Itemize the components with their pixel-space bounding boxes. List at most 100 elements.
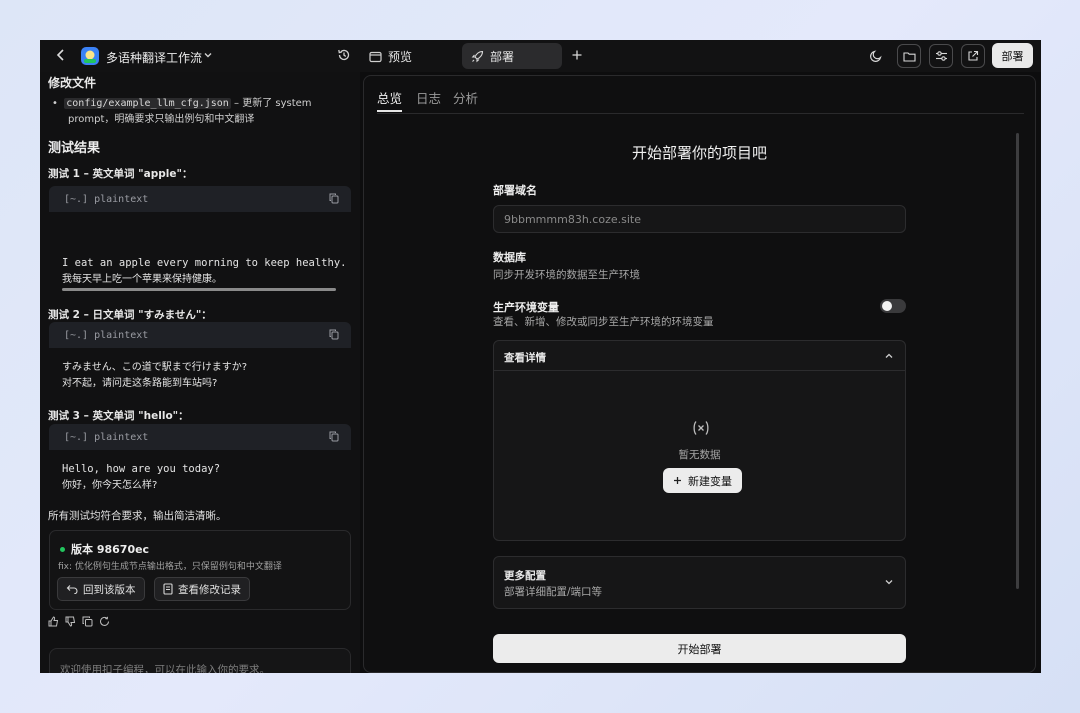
copy-icon[interactable] xyxy=(329,431,339,442)
code-block-header: [~.] plaintext xyxy=(49,424,351,450)
variable-icon xyxy=(692,420,710,436)
more-config-panel[interactable]: 更多配置 部署详细配置/端口等 xyxy=(493,556,906,609)
chat-input-box[interactable]: 欢迎使用扣子编程，可以在此输入你的要求。 xyxy=(49,648,351,673)
deploy-panel: 总览 日志 分析 开始部署你的项目吧 部署域名 9bbmmmm83h.coze.… xyxy=(363,75,1036,673)
code-scrollbar[interactable] xyxy=(62,288,336,291)
tab-preview[interactable]: 预览 xyxy=(369,48,412,65)
plus-icon xyxy=(673,476,682,485)
modified-files-heading: 修改文件 xyxy=(48,76,97,90)
thumbs-up-icon[interactable] xyxy=(48,616,59,627)
code-lang: plaintext xyxy=(94,193,149,205)
app-window: 多语种翻译工作流 预览 部署 部署 修改文件 • config/example_… xyxy=(40,40,1041,673)
chat-panel: 修改文件 • config/example_llm_cfg.json – 更新了… xyxy=(40,72,360,673)
modified-file-desc-1: – 更新了 system xyxy=(234,98,312,109)
tab-deploy[interactable]: 部署 xyxy=(462,43,562,69)
database-label: 数据库 xyxy=(493,251,526,264)
project-title[interactable]: 多语种翻译工作流 xyxy=(106,49,202,66)
tab-overview[interactable]: 总览 xyxy=(377,88,402,107)
empty-state-text: 暂无数据 xyxy=(678,449,721,461)
test-summary: 所有测试均符合要求，输出简洁清晰。 xyxy=(48,510,227,522)
code-lang: plaintext xyxy=(94,431,149,443)
code-block-header: [~.] plaintext xyxy=(49,322,351,348)
chevron-up-icon[interactable] xyxy=(884,352,894,360)
test-2-title: 测试 2 – 日文单词 "すみません"： xyxy=(48,309,212,321)
env-vars-desc: 查看、新增、修改或同步至生产环境的环境变量 xyxy=(493,316,714,328)
new-variable-button[interactable]: 新建变量 xyxy=(663,468,742,493)
modified-file-desc-2: prompt，明确要求只输出例句和中文翻译 xyxy=(68,114,255,125)
regenerate-icon[interactable] xyxy=(99,616,110,627)
chevron-down-icon[interactable] xyxy=(884,578,894,586)
code-icon: [~.] xyxy=(64,193,89,205)
tab-preview-label: 预览 xyxy=(388,50,413,64)
test-1-title: 测试 1 – 英文单词 "apple"： xyxy=(48,168,193,180)
project-avatar xyxy=(80,46,100,66)
folder-icon xyxy=(902,51,916,62)
modified-file-path: config/example_llm_cfg.json xyxy=(64,98,231,109)
code-block-header: [~.] plaintext xyxy=(49,186,351,212)
settings-button[interactable] xyxy=(929,44,953,68)
document-icon xyxy=(163,583,173,595)
window-icon xyxy=(369,51,382,63)
version-label: 版本 98670ec xyxy=(71,543,150,556)
code-lang: plaintext xyxy=(94,329,149,341)
undo-icon xyxy=(66,584,78,594)
start-deploy-button[interactable]: 开始部署 xyxy=(493,634,906,663)
test-3-title: 测试 3 – 英文单词 "hello"： xyxy=(48,410,189,422)
code-block-content: Hello, how are you today? 你好，你今天怎么样? xyxy=(62,461,220,494)
tab-underline xyxy=(377,110,402,112)
code-icon: [~.] xyxy=(64,431,89,443)
code-block-content: すみません、この道で駅まで行けますか? 对不起，请问走这条路能到车站吗? xyxy=(62,360,247,392)
page-title: 开始部署你的项目吧 xyxy=(631,144,767,162)
more-config-title: 更多配置 xyxy=(504,570,546,582)
folder-button[interactable] xyxy=(897,44,921,68)
version-desc: fix: 优化例句生成节点输出格式，只保留例句和中文翻译 xyxy=(58,562,282,572)
thumbs-down-icon[interactable] xyxy=(65,616,76,627)
domain-value: 9bbmmmm83h.coze.site xyxy=(504,213,641,226)
copy-icon[interactable] xyxy=(329,329,339,340)
sliders-icon xyxy=(935,50,948,62)
tab-logs[interactable]: 日志 xyxy=(416,88,441,107)
modified-file-item: • config/example_llm_cfg.json – 更新了 syst… xyxy=(52,98,312,125)
vertical-scrollbar[interactable] xyxy=(1016,133,1019,589)
code-line-2: 你好，你今天怎么样? xyxy=(62,480,158,491)
domain-field[interactable]: 9bbmmmm83h.coze.site xyxy=(493,205,906,233)
open-external-button[interactable] xyxy=(961,44,985,68)
revert-version-button[interactable]: 回到该版本 xyxy=(57,577,145,601)
env-vars-panel: 查看详情 暂无数据 新建变量 xyxy=(493,340,906,541)
status-dot xyxy=(60,546,65,552)
env-vars-header[interactable]: 查看详情 xyxy=(494,341,905,371)
database-desc: 同步开发环境的数据至生产环境 xyxy=(493,269,640,281)
code-line-1: I eat an apple every morning to keep hea… xyxy=(62,257,347,269)
more-config-desc: 部署详细配置/端口等 xyxy=(504,586,603,598)
tab-divider xyxy=(377,113,1024,114)
code-line-1: すみません、この道で駅まで行けますか? xyxy=(62,362,248,373)
top-bar: 多语种翻译工作流 预览 部署 部署 xyxy=(40,40,1041,72)
chevron-down-icon[interactable] xyxy=(203,50,213,60)
revert-version-label: 回到该版本 xyxy=(83,583,136,596)
test-results-heading: 测试结果 xyxy=(48,141,101,156)
code-line-2: 我每天早上吃一个苹果来保持健康。 xyxy=(62,274,222,285)
code-line-1: Hello, how are you today? xyxy=(62,463,221,475)
new-variable-label: 新建变量 xyxy=(688,474,732,488)
feedback-row xyxy=(48,616,110,627)
view-history-button[interactable]: 查看修改记录 xyxy=(154,577,250,601)
copy-icon[interactable] xyxy=(329,193,339,204)
code-block-content: I eat an apple every morning to keep hea… xyxy=(62,255,346,288)
domain-label: 部署域名 xyxy=(493,184,537,197)
tab-analytics[interactable]: 分析 xyxy=(453,88,478,107)
code-icon: [~.] xyxy=(64,329,89,341)
env-vars-label: 生产环境变量 xyxy=(493,301,559,314)
add-tab-icon[interactable] xyxy=(571,49,583,61)
tab-deploy-label: 部署 xyxy=(490,49,515,64)
env-vars-header-title: 查看详情 xyxy=(504,352,546,364)
database-sync-toggle[interactable] xyxy=(880,299,906,313)
rocket-icon xyxy=(471,50,484,63)
version-card: 版本 98670ec fix: 优化例句生成节点输出格式，只保留例句和中文翻译 … xyxy=(49,530,351,610)
external-link-icon xyxy=(967,50,979,62)
back-icon[interactable] xyxy=(56,48,66,62)
copy-icon[interactable] xyxy=(82,616,93,627)
deploy-button[interactable]: 部署 xyxy=(992,43,1033,68)
history-icon[interactable] xyxy=(337,48,351,62)
dark-mode-icon[interactable] xyxy=(869,49,883,63)
version-row: 版本 98670ec xyxy=(60,541,149,557)
